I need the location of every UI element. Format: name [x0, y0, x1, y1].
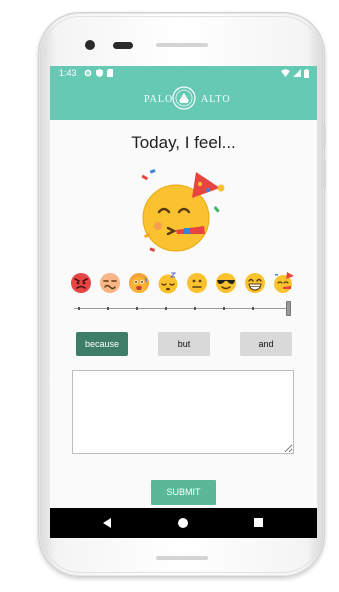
logo-text-right: ALTO: [201, 94, 231, 105]
sleeping-face-icon[interactable]: [157, 272, 179, 294]
grinning-face-icon[interactable]: [244, 272, 266, 294]
mood-options: [70, 272, 298, 296]
and-button[interactable]: and: [240, 332, 292, 356]
bottom-speaker: [156, 556, 208, 560]
neutral-face-icon[interactable]: [186, 272, 208, 294]
logo-text-left: PALO: [144, 94, 174, 105]
sunglasses-face-icon[interactable]: [215, 272, 237, 294]
mood-slider[interactable]: [74, 301, 294, 317]
recents-icon[interactable]: [254, 518, 263, 527]
back-icon[interactable]: [103, 518, 111, 528]
home-icon[interactable]: [178, 518, 188, 528]
slider-tick: [136, 307, 138, 310]
partying-face-small-icon[interactable]: [273, 272, 295, 294]
but-button[interactable]: but: [158, 332, 210, 356]
sd-card-icon: [107, 69, 113, 77]
page-title: Today, I feel...: [131, 133, 236, 152]
wifi-icon: [281, 69, 290, 77]
feeling-text-input[interactable]: [72, 370, 294, 454]
slider-tick: [165, 307, 167, 310]
slider-tick: [223, 307, 225, 310]
partying-face-icon: [141, 169, 225, 252]
gear-icon: [84, 69, 92, 77]
navigation-bar: [50, 508, 317, 538]
shield-icon: [96, 69, 103, 77]
hot-face-icon[interactable]: [128, 272, 150, 294]
app-header: PALO ALTO: [50, 80, 317, 120]
status-bar: 1:43: [50, 66, 317, 80]
slider-tick: [252, 307, 254, 310]
slider-tick: [194, 307, 196, 310]
because-button[interactable]: because: [76, 332, 128, 356]
slider-track: [74, 308, 286, 309]
battery-icon: [304, 68, 309, 78]
dizzy-face-icon[interactable]: [99, 272, 121, 294]
slider-tick: [107, 307, 109, 310]
city-seal-icon: [172, 86, 196, 110]
signal-icon: [293, 69, 301, 77]
proximity-sensor: [113, 42, 133, 49]
angry-face-icon[interactable]: [70, 272, 92, 294]
app-screen: 1:43 PALO ALTO Today, I feel... because …: [50, 66, 317, 538]
slider-tick: [78, 307, 80, 310]
slider-thumb[interactable]: [286, 301, 291, 316]
earpiece-speaker: [156, 43, 208, 47]
volume-button: [323, 125, 326, 147]
front-camera-icon: [85, 40, 95, 50]
submit-button[interactable]: SUBMIT: [151, 480, 216, 505]
status-time: 1:43: [59, 68, 77, 78]
power-button: [323, 160, 326, 190]
